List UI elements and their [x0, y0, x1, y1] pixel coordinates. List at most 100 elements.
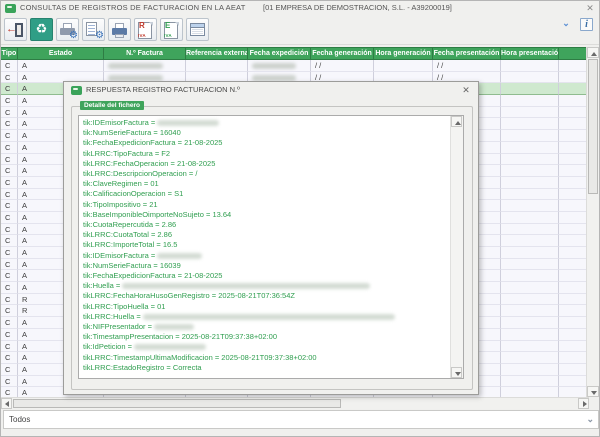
- column-header-fecha-presentaci-n[interactable]: Fecha presentación: [433, 47, 501, 60]
- file-detail-line: tikLRRC:CuotaTotal = 2.86: [83, 230, 449, 240]
- redacted-value: [108, 63, 163, 69]
- file-detail-line: tikLRRC:TipoHuella = 01: [83, 302, 449, 312]
- scroll-up-button[interactable]: [587, 47, 599, 58]
- column-header-fecha-generaci-n[interactable]: Fecha generación: [311, 47, 374, 60]
- window-view-button[interactable]: [186, 18, 209, 41]
- cell-hora-presentacion: [501, 142, 559, 154]
- close-window-button[interactable]: ✕: [584, 2, 596, 14]
- cell-extra: [559, 352, 589, 364]
- cell-hora-presentacion: [501, 387, 559, 397]
- company-context: [01 EMPRESA DE DEMOSTRACION, S.L. - A392…: [263, 3, 452, 12]
- registro-iva-r-button[interactable]: R IVA: [134, 18, 157, 41]
- scroll-down-button[interactable]: [587, 386, 599, 397]
- cell-num-factura: [104, 60, 186, 72]
- cell-extra: [559, 60, 589, 72]
- cell-fecha-presentacion: / /: [433, 60, 501, 72]
- scroll-right-button[interactable]: [578, 398, 589, 409]
- cell-tipo: C: [1, 189, 18, 201]
- form-settings-button[interactable]: ⚙: [82, 18, 105, 41]
- chevron-down-icon[interactable]: ⌄: [559, 18, 573, 31]
- cell-tipo: C: [1, 72, 18, 84]
- filter-dropdown[interactable]: Todos ⌄: [3, 410, 599, 429]
- cell-tipo: C: [1, 364, 18, 376]
- column-header-hora-generaci-n[interactable]: Hora generación: [374, 47, 433, 60]
- file-detail-panel[interactable]: tik:IDEmisorFactura = tik:NumSerieFactur…: [78, 115, 464, 379]
- dialog-vertical-scrollbar[interactable]: [450, 116, 463, 378]
- cell-extra: [559, 95, 589, 107]
- cell-hora-presentacion: [501, 282, 559, 294]
- redacted-value: [252, 63, 296, 69]
- file-detail-line: tikLRRC:Huella =: [83, 312, 449, 322]
- column-header-tipo[interactable]: Tipo: [1, 47, 18, 60]
- groupbox-label: Detalle del fichero: [80, 101, 144, 110]
- file-detail-line: tik:ClaveRegimen = 01: [83, 179, 449, 189]
- cell-extra: [559, 317, 589, 329]
- file-detail-line: tik:NumSerieFactura = 16040: [83, 128, 449, 138]
- column-header-referencia-externa[interactable]: Referencia externa: [186, 47, 248, 60]
- cell-tipo: C: [1, 212, 18, 224]
- cell-hora-presentacion: [501, 352, 559, 364]
- cell-extra: [559, 270, 589, 282]
- cell-tipo: C: [1, 317, 18, 329]
- cell-hora-presentacion: [501, 200, 559, 212]
- horizontal-scroll-thumb[interactable]: [13, 399, 341, 408]
- dialog-close-button[interactable]: ✕: [460, 84, 472, 96]
- print-setup-button[interactable]: ⚙: [56, 18, 79, 41]
- dialog-title: RESPUESTA REGISTRO FACTURACION N.º: [86, 85, 240, 94]
- file-detail-line: tik:TimestampPresentacion = 2025-08-21T0…: [83, 332, 449, 342]
- cell-tipo: C: [1, 294, 18, 306]
- scroll-up-button[interactable]: [451, 116, 462, 127]
- cell-extra: [559, 200, 589, 212]
- filter-selected-value: Todos: [9, 415, 30, 424]
- cell-tipo: C: [1, 95, 18, 107]
- registro-iva-e-button[interactable]: E IVA: [160, 18, 183, 41]
- print-button[interactable]: [108, 18, 131, 41]
- cell-extra: [559, 247, 589, 259]
- grid-header-row[interactable]: TipoEstadoN.º FacturaReferencia externaF…: [1, 47, 589, 60]
- cell-extra: [559, 294, 589, 306]
- file-detail-line: tik:TipoImpositivo = 21: [83, 200, 449, 210]
- refresh-button[interactable]: ♻: [30, 18, 53, 41]
- table-row[interactable]: CA/ // /: [1, 60, 589, 72]
- column-header-hora-presentaci-n[interactable]: Hora presentación: [501, 47, 559, 60]
- cell-hora-presentacion: [501, 165, 559, 177]
- grid-vertical-scrollbar[interactable]: [586, 47, 599, 397]
- cell-extra: [559, 329, 589, 341]
- gear-icon: ⚙: [69, 31, 78, 41]
- info-button[interactable]: i: [580, 18, 593, 31]
- exit-button[interactable]: ←: [4, 18, 27, 41]
- redacted-value: [157, 120, 219, 126]
- file-detail-line: tikLRRC:TimestampUltimaModificacion = 20…: [83, 353, 449, 363]
- cell-hora-presentacion: [501, 95, 559, 107]
- column-header-estado[interactable]: Estado: [18, 47, 104, 60]
- dialog-icon: [71, 86, 82, 95]
- cell-hora-presentacion: [501, 189, 559, 201]
- cell-tipo: C: [1, 352, 18, 364]
- dialog-title-bar: RESPUESTA REGISTRO FACTURACION N.º ✕: [64, 82, 478, 98]
- cell-extra: [559, 282, 589, 294]
- redacted-value: [157, 253, 202, 259]
- scroll-down-button[interactable]: [451, 367, 462, 378]
- iva-tag-label: IVA: [138, 33, 146, 38]
- cell-hora-presentacion: [501, 376, 559, 388]
- column-header-fecha-expedici-n[interactable]: Fecha expedición: [248, 47, 311, 60]
- grid-horizontal-scrollbar[interactable]: [1, 397, 589, 409]
- cell-hora-presentacion: [501, 177, 559, 189]
- file-detail-line: tikLRRC:FechaHoraHusoGenRegistro = 2025-…: [83, 291, 449, 301]
- file-detail-line: tik:NumSerieFactura = 16039: [83, 261, 449, 271]
- file-detail-groupbox: Detalle del fichero tik:IDEmisorFactura …: [71, 106, 473, 390]
- scroll-left-button[interactable]: [1, 398, 12, 409]
- cell-tipo: C: [1, 305, 18, 317]
- cell-tipo: C: [1, 177, 18, 189]
- column-header-n-factura[interactable]: N.º Factura: [104, 47, 186, 60]
- bottom-strip: [1, 429, 600, 437]
- redacted-value: [154, 324, 194, 330]
- redacted-value: [252, 75, 296, 81]
- column-header-extra[interactable]: [559, 47, 589, 60]
- page-fold-icon: [175, 22, 179, 26]
- cell-hora-presentacion: [501, 317, 559, 329]
- cell-tipo: C: [1, 341, 18, 353]
- vertical-scroll-thumb[interactable]: [588, 59, 598, 194]
- app-icon: [5, 4, 16, 13]
- cell-hora-presentacion: [501, 270, 559, 282]
